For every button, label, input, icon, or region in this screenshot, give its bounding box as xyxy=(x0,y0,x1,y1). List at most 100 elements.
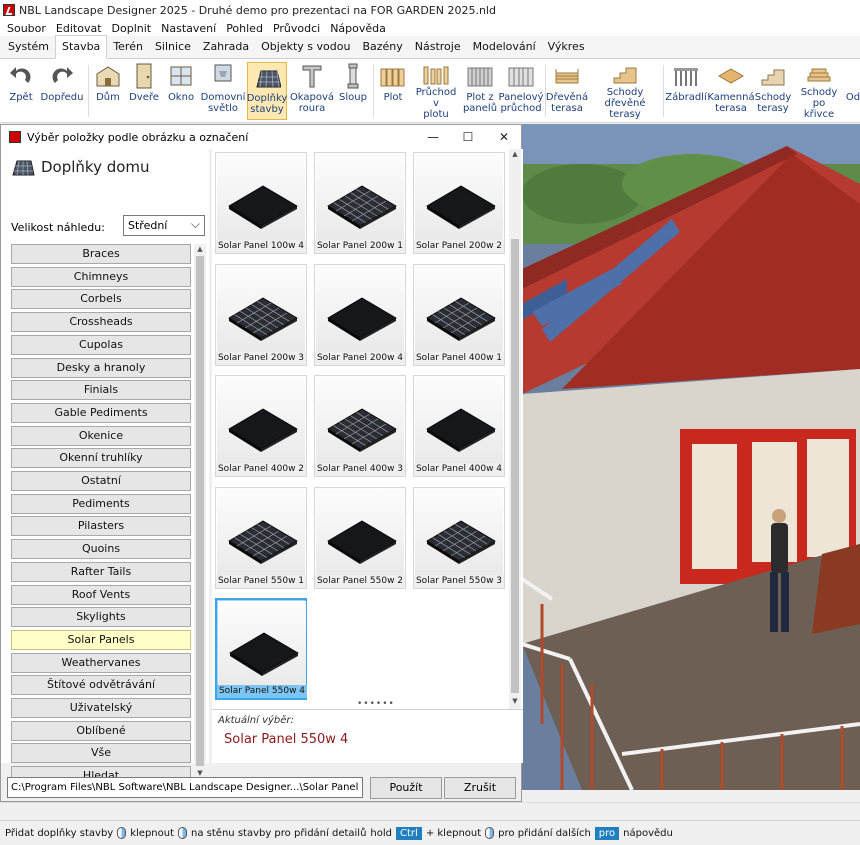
tab-system[interactable]: Systém xyxy=(2,36,55,58)
category-button[interactable]: Pilasters xyxy=(11,516,191,537)
tab-nastroje[interactable]: Nástroje xyxy=(409,36,467,58)
minimize-button[interactable]: — xyxy=(424,128,442,146)
solar-panel-preview xyxy=(218,601,306,689)
category-button[interactable]: Roof Vents xyxy=(11,584,191,605)
tab-teren[interactable]: Terén xyxy=(107,36,149,58)
category-button[interactable]: Braces xyxy=(11,244,191,264)
scroll-down-icon[interactable]: ▼ xyxy=(511,697,519,705)
stone-terrace-icon xyxy=(717,62,745,90)
3d-viewport[interactable] xyxy=(522,124,860,790)
preview-size-select[interactable]: Střední xyxy=(123,215,205,236)
category-button[interactable]: Chimneys xyxy=(11,266,191,287)
fence-gate-button[interactable]: Průchod v plotu xyxy=(413,62,459,120)
item-thumbnail[interactable]: Solar Panel 550w 4 xyxy=(215,598,307,700)
category-button[interactable]: Okenice xyxy=(11,425,191,446)
tab-objekty-s-vodou[interactable]: Objekty s vodou xyxy=(255,36,356,58)
menu-soubor[interactable]: Soubor xyxy=(2,22,51,35)
panel-fence-button[interactable]: Plot z panelů xyxy=(462,62,498,120)
menu-pohled[interactable]: Pohled xyxy=(221,22,268,35)
house-light-button[interactable]: Domovní světlo xyxy=(201,62,245,120)
house-button[interactable]: Dům xyxy=(92,62,124,120)
category-button[interactable]: Štítové odvětrávání xyxy=(11,675,191,696)
menu-pruvodci[interactable]: Průvodci xyxy=(268,22,325,35)
tab-silnice[interactable]: Silnice xyxy=(149,36,197,58)
category-button[interactable]: Crossheads xyxy=(11,312,191,333)
category-button[interactable]: Okenní truhlíky xyxy=(11,448,191,469)
item-thumbnail[interactable]: Solar Panel 200w 3 xyxy=(215,263,307,366)
category-button[interactable]: Solar Panels xyxy=(11,629,191,650)
dialog-title: Výběr položky podle obrázku a označení xyxy=(27,130,249,144)
resize-grip-icon[interactable]: •••••• xyxy=(357,699,395,709)
category-button[interactable]: Uživatelský xyxy=(11,698,191,718)
category-button[interactable]: Gable Pediments xyxy=(11,402,191,423)
grid-scrollbar[interactable]: ▲ ▼ xyxy=(509,149,521,709)
apply-button[interactable]: Použít xyxy=(370,777,442,799)
redo-button[interactable]: Dopředu xyxy=(40,62,84,120)
door-button[interactable]: Dveře xyxy=(128,62,160,120)
item-thumbnail[interactable]: Solar Panel 400w 4 xyxy=(413,375,505,477)
railing-button[interactable]: Zábradlí xyxy=(665,62,707,120)
category-button[interactable]: Corbels xyxy=(11,289,191,310)
window-button[interactable]: Okno xyxy=(165,62,197,120)
tab-modelovani[interactable]: Modelování xyxy=(467,36,542,58)
dialog-title-bar: Výběr položky podle obrázku a označení —… xyxy=(1,125,521,149)
item-thumbnail[interactable]: Solar Panel 400w 2 xyxy=(215,375,307,477)
category-button[interactable]: Skylights xyxy=(11,607,191,628)
tab-bazeny[interactable]: Bazény xyxy=(356,36,408,58)
fence-gate-icon xyxy=(422,62,450,85)
item-caption: Solar Panel 200w 1 xyxy=(315,240,405,253)
close-button[interactable]: ✕ xyxy=(495,128,513,146)
item-thumbnail[interactable]: Solar Panel 400w 3 xyxy=(314,375,406,477)
scroll-up-icon[interactable]: ▲ xyxy=(511,150,519,158)
panel-gate-button[interactable]: Panelový průchod xyxy=(499,62,543,120)
cancel-button[interactable]: Zrušit xyxy=(444,777,516,799)
scrollbar-thumb[interactable] xyxy=(511,239,519,693)
downspout-button[interactable]: Okapová roura xyxy=(290,62,334,120)
category-button[interactable]: Cupolas xyxy=(11,334,191,355)
category-button[interactable]: Rafter Tails xyxy=(11,561,191,582)
stone-stairs-button[interactable]: Schody terasy xyxy=(755,62,791,120)
tab-zahrada[interactable]: Zahrada xyxy=(197,36,255,58)
status-text: klepnout xyxy=(130,827,175,839)
category-button[interactable]: Quoins xyxy=(11,539,191,560)
item-thumbnail[interactable]: Solar Panel 550w 2 xyxy=(314,486,406,589)
stone-terrace-button[interactable]: Kamenná terasa xyxy=(707,62,755,120)
menu-nastaveni[interactable]: Nastavení xyxy=(156,22,221,35)
column-button[interactable]: Sloup xyxy=(337,62,369,120)
category-button[interactable]: Finials xyxy=(11,380,191,401)
category-button[interactable]: Vše xyxy=(11,743,191,764)
scroll-down-icon[interactable]: ▼ xyxy=(196,769,204,777)
category-button[interactable]: Desky a hranoly xyxy=(11,357,191,378)
category-scrollbar[interactable]: ▲ ▼ xyxy=(194,244,206,779)
category-button[interactable]: Pediments xyxy=(11,493,191,514)
undo-button[interactable]: Zpět xyxy=(4,62,38,120)
building-accessories-button[interactable]: Doplňky stavby xyxy=(247,62,287,120)
tab-vykres[interactable]: Výkres xyxy=(542,36,591,58)
item-thumbnail[interactable]: Solar Panel 100w 4 xyxy=(215,152,307,254)
solar-panel-preview xyxy=(316,377,404,465)
curved-stairs-button[interactable]: Schody po křivce xyxy=(794,62,844,120)
category-button[interactable]: Ostatní xyxy=(11,471,191,491)
wooden-terrace-button[interactable]: Dřevěná terasa xyxy=(546,62,588,120)
item-thumbnail[interactable]: Solar Panel 550w 1 xyxy=(215,486,307,589)
file-path-field[interactable]: C:\Program Files\NBL Software\NBL Landsc… xyxy=(7,777,363,798)
item-thumbnail[interactable]: Solar Panel 200w 2 xyxy=(413,152,505,254)
item-thumbnail[interactable]: Solar Panel 550w 3 xyxy=(413,486,505,589)
maximize-button[interactable]: ☐ xyxy=(459,128,477,146)
scroll-up-icon[interactable]: ▲ xyxy=(196,245,204,253)
fence-button[interactable]: Plot xyxy=(377,62,409,120)
scrollbar-thumb[interactable] xyxy=(196,256,204,766)
view-toolbar-strip xyxy=(0,802,860,820)
menu-doplnit[interactable]: Doplnit xyxy=(107,22,157,35)
item-thumbnail[interactable]: Solar Panel 200w 1 xyxy=(314,152,406,254)
help-key-badge: pro xyxy=(594,826,620,840)
category-button[interactable]: Weathervanes xyxy=(11,652,191,673)
more-tools-button[interactable]: Od xyxy=(846,62,860,120)
menu-napoveda[interactable]: Nápověda xyxy=(325,22,391,35)
terrace-stairs-button[interactable]: Schody dřevěné terasy xyxy=(590,62,660,120)
category-button[interactable]: Oblíbené xyxy=(11,720,191,741)
item-thumbnail[interactable]: Solar Panel 400w 1 xyxy=(413,263,505,366)
tab-stavba[interactable]: Stavba xyxy=(55,35,108,59)
item-thumbnail[interactable]: Solar Panel 200w 4 xyxy=(314,263,406,366)
menu-editovat[interactable]: Editovat xyxy=(51,22,107,35)
